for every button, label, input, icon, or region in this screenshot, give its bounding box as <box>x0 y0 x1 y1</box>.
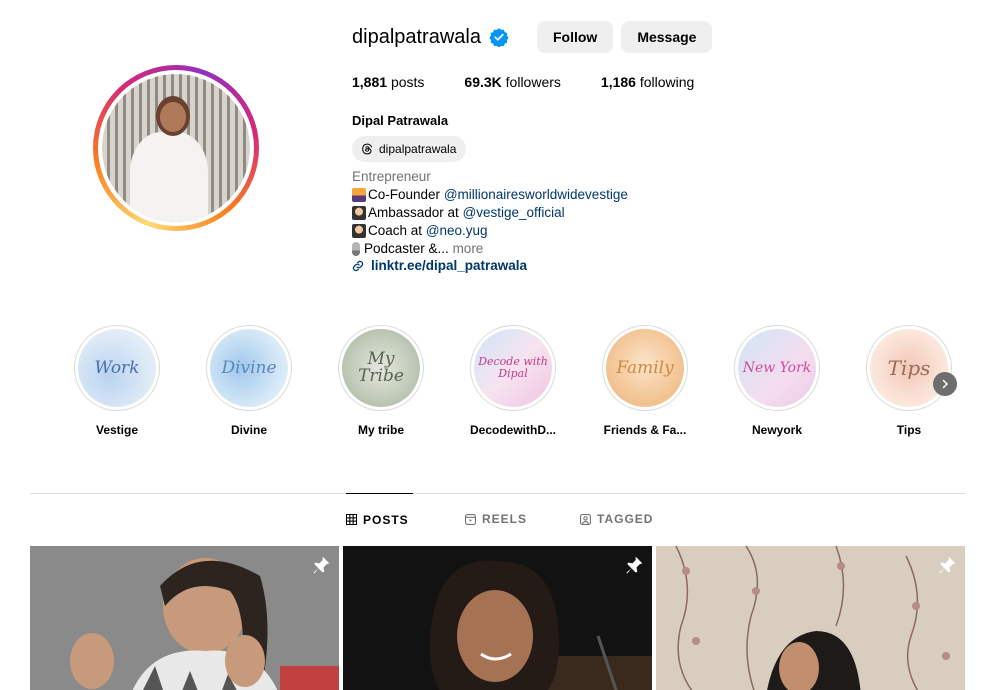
bio-line-ambassador: Ambassador at @vestige_official <box>352 204 628 222</box>
post-thumbnail[interactable] <box>656 546 965 690</box>
highlight-cover: Family <box>606 329 684 407</box>
highlight-label: Divine <box>230 423 267 437</box>
avatar-face <box>160 102 186 132</box>
posts-count-label: posts <box>390 74 425 90</box>
highlight-label: My tribe <box>357 423 404 437</box>
tagged-icon <box>580 513 591 525</box>
highlight-cover: Decode with Dipal <box>474 329 552 407</box>
username: dipalpatrawala <box>352 25 481 48</box>
post-thumbnail[interactable] <box>30 546 339 690</box>
highlight-cover: My Tribe <box>342 329 420 407</box>
highlight-newyork[interactable]: New York Newyork <box>734 325 820 437</box>
link-icon <box>352 260 364 271</box>
highlight-cover: New York <box>738 329 816 407</box>
bio-more-button[interactable]: more <box>453 240 484 258</box>
tab-tagged[interactable]: TAGGED <box>580 493 653 545</box>
highlight-friends-family[interactable]: Family Friends & Fa... <box>602 325 688 437</box>
avatar-inner <box>98 70 254 226</box>
avatar-photo <box>102 74 250 222</box>
profile-link-text: linktr.ee/dipal_patrawala <box>371 258 528 273</box>
reels-icon <box>465 513 476 525</box>
threads-icon <box>362 143 373 155</box>
highlight-label: DecodewithD... <box>469 423 556 437</box>
bio-category: Entrepreneur <box>352 169 431 184</box>
mention-vestige[interactable]: @vestige_official <box>463 204 565 222</box>
full-name: Dipal Patrawala <box>352 113 449 128</box>
tab-reels-label: REELS <box>482 512 528 526</box>
highlight-label: Vestige <box>95 423 139 437</box>
mention-millionaires[interactable]: @millionairesworldwidevestige <box>444 186 628 204</box>
bio-line3-text: Coach at <box>368 223 423 238</box>
bio: Entrepreneur Co-Founder @millionaireswor… <box>352 168 628 258</box>
highlight-my-tribe[interactable]: My Tribe My tribe <box>338 325 424 437</box>
followers-count-value: 69.3K <box>464 74 502 90</box>
highlight-ring: Tips <box>866 325 952 411</box>
verified-badge-icon <box>489 28 509 47</box>
highlight-ring: Divine <box>206 325 292 411</box>
message-button[interactable]: Message <box>621 21 713 53</box>
tab-posts[interactable]: POSTS <box>346 493 413 545</box>
woman-emoji-icon <box>352 224 366 238</box>
profile-avatar[interactable] <box>93 65 259 231</box>
post-photo <box>343 546 652 690</box>
chevron-right-icon <box>942 379 948 389</box>
bio-line-coach: Coach at @neo.yug <box>352 222 628 240</box>
followers-count-label: followers <box>505 74 561 90</box>
highlight-label: Newyork <box>751 423 803 437</box>
pin-icon <box>626 556 643 574</box>
highlight-tips[interactable]: Tips Tips <box>866 325 952 437</box>
following-count-value: 1,186 <box>600 74 636 90</box>
pin-icon <box>313 556 330 574</box>
highlight-cover: Divine <box>210 329 288 407</box>
highlight-cover: Work <box>78 329 156 407</box>
grid-icon <box>346 514 357 525</box>
posts-count-value: 1,881 <box>352 74 388 90</box>
following-link[interactable]: 1,186 following <box>601 74 694 90</box>
highlight-decode-with-dipal[interactable]: Decode with Dipal DecodewithD... <box>470 325 556 437</box>
bio-line2-text: Ambassador at <box>368 205 459 220</box>
post-photo <box>656 546 965 690</box>
bio-line-cofounder: Co-Founder @millionairesworldwidevestige <box>352 186 628 204</box>
bio-line-podcaster: Podcaster &... more <box>352 240 628 258</box>
microphone-emoji-icon <box>352 242 360 256</box>
pin-icon <box>939 556 956 574</box>
avatar-figure <box>130 132 208 222</box>
profile-link[interactable]: linktr.ee/dipal_patrawala <box>352 258 527 273</box>
following-count-label: following <box>639 74 695 90</box>
woman-emoji-icon <box>352 206 366 220</box>
threads-handle: dipalpatrawala <box>379 142 457 156</box>
highlight-label: Friends & Fa... <box>603 423 687 437</box>
tab-tagged-label: TAGGED <box>597 512 654 526</box>
highlight-divine[interactable]: Divine Divine <box>206 325 292 437</box>
highlight-vestige[interactable]: Work Vestige <box>74 325 160 437</box>
post-photo <box>30 546 339 690</box>
threads-badge[interactable]: dipalpatrawala <box>352 136 467 162</box>
highlights-next-button[interactable] <box>933 372 957 396</box>
posts-count: 1,881 posts <box>352 74 424 90</box>
highlight-ring: My Tribe <box>338 325 424 411</box>
highlight-ring: New York <box>734 325 820 411</box>
profile-header: dipalpatrawala Follow Message <box>352 20 713 54</box>
highlight-label: Tips <box>896 423 922 437</box>
highlight-cover: Tips <box>870 329 948 407</box>
mention-neo-yug[interactable]: @neo.yug <box>426 222 488 240</box>
follow-button[interactable]: Follow <box>536 21 614 53</box>
tab-reels[interactable]: REELS <box>465 493 527 545</box>
sunrise-emoji-icon <box>352 188 366 202</box>
highlight-ring: Family <box>602 325 688 411</box>
highlight-ring: Work <box>74 325 160 411</box>
bio-line4-text: Podcaster &... <box>364 241 449 256</box>
bio-line1-text: Co-Founder <box>368 187 441 202</box>
followers-link[interactable]: 69.3K followers <box>464 74 561 90</box>
tab-posts-label: POSTS <box>363 512 409 527</box>
profile-stats: 1,881 posts 69.3K followers 1,186 follow… <box>352 74 734 90</box>
post-thumbnail[interactable] <box>343 546 652 690</box>
profile-tabs: POSTS REELS TAGGED <box>0 493 998 545</box>
highlight-ring: Decode with Dipal <box>470 325 556 411</box>
